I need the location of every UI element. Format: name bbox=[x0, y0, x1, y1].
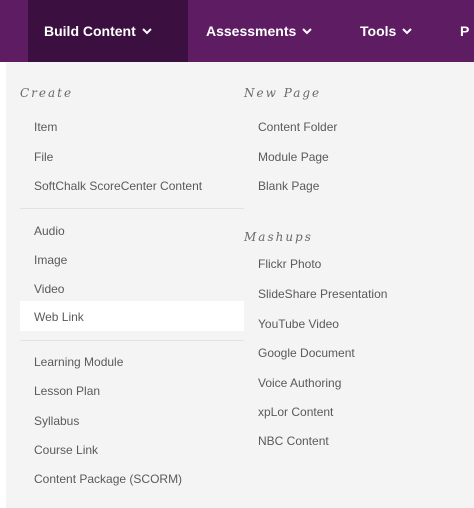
menu-item-content-package[interactable]: Content Package (SCORM) bbox=[34, 472, 182, 486]
chevron-down-icon bbox=[302, 27, 312, 35]
menu-item-google-document[interactable]: Google Document bbox=[258, 346, 355, 360]
menu-item-voice-authoring[interactable]: Voice Authoring bbox=[258, 376, 341, 390]
tab-assessments[interactable]: Assessments bbox=[206, 0, 312, 62]
divider bbox=[20, 208, 244, 209]
create-heading: Create bbox=[20, 86, 74, 100]
menu-item-blank-page[interactable]: Blank Page bbox=[258, 179, 319, 193]
new-page-heading: New Page bbox=[244, 86, 322, 100]
menu-item-youtube-video[interactable]: YouTube Video bbox=[258, 317, 339, 331]
mashups-heading: Mashups bbox=[244, 230, 313, 244]
menu-item-audio[interactable]: Audio bbox=[34, 224, 65, 238]
menu-item-web-link-label: Web Link bbox=[34, 310, 84, 324]
tab-partial-label: P bbox=[460, 23, 470, 39]
menu-item-file[interactable]: File bbox=[34, 150, 53, 164]
menu-item-syllabus[interactable]: Syllabus bbox=[34, 414, 79, 428]
build-content-dropdown bbox=[6, 62, 474, 508]
menu-item-module-page[interactable]: Module Page bbox=[258, 150, 329, 164]
menu-item-content-folder[interactable]: Content Folder bbox=[258, 120, 337, 134]
tab-assessments-label: Assessments bbox=[206, 23, 297, 39]
course-menu-bar: Build Content Assessments Tools P bbox=[0, 0, 474, 62]
menu-item-slideshare[interactable]: SlideShare Presentation bbox=[258, 287, 387, 301]
menu-item-flickr-photo[interactable]: Flickr Photo bbox=[258, 257, 321, 271]
menu-item-course-link[interactable]: Course Link bbox=[34, 443, 98, 457]
chevron-down-icon bbox=[402, 27, 413, 35]
tab-tools[interactable]: Tools bbox=[360, 0, 413, 62]
menu-item-web-link[interactable]: Web Link bbox=[20, 301, 244, 331]
tab-tools-label: Tools bbox=[360, 23, 397, 39]
menu-item-nbc-content[interactable]: NBC Content bbox=[258, 434, 329, 448]
divider bbox=[20, 340, 244, 341]
menu-item-item[interactable]: Item bbox=[34, 120, 57, 134]
tab-partial[interactable]: P bbox=[460, 0, 469, 62]
menu-item-xplor-content[interactable]: xpLor Content bbox=[258, 405, 333, 419]
menu-item-lesson-plan[interactable]: Lesson Plan bbox=[34, 384, 100, 398]
tab-build-content[interactable]: Build Content bbox=[28, 0, 188, 62]
menu-item-learning-module[interactable]: Learning Module bbox=[34, 355, 123, 369]
chevron-down-icon bbox=[142, 27, 152, 35]
menu-item-image[interactable]: Image bbox=[34, 253, 67, 267]
menu-item-video[interactable]: Video bbox=[34, 282, 64, 296]
tab-build-content-label: Build Content bbox=[44, 23, 136, 39]
menu-item-softchalk[interactable]: SoftChalk ScoreCenter Content bbox=[34, 179, 202, 193]
